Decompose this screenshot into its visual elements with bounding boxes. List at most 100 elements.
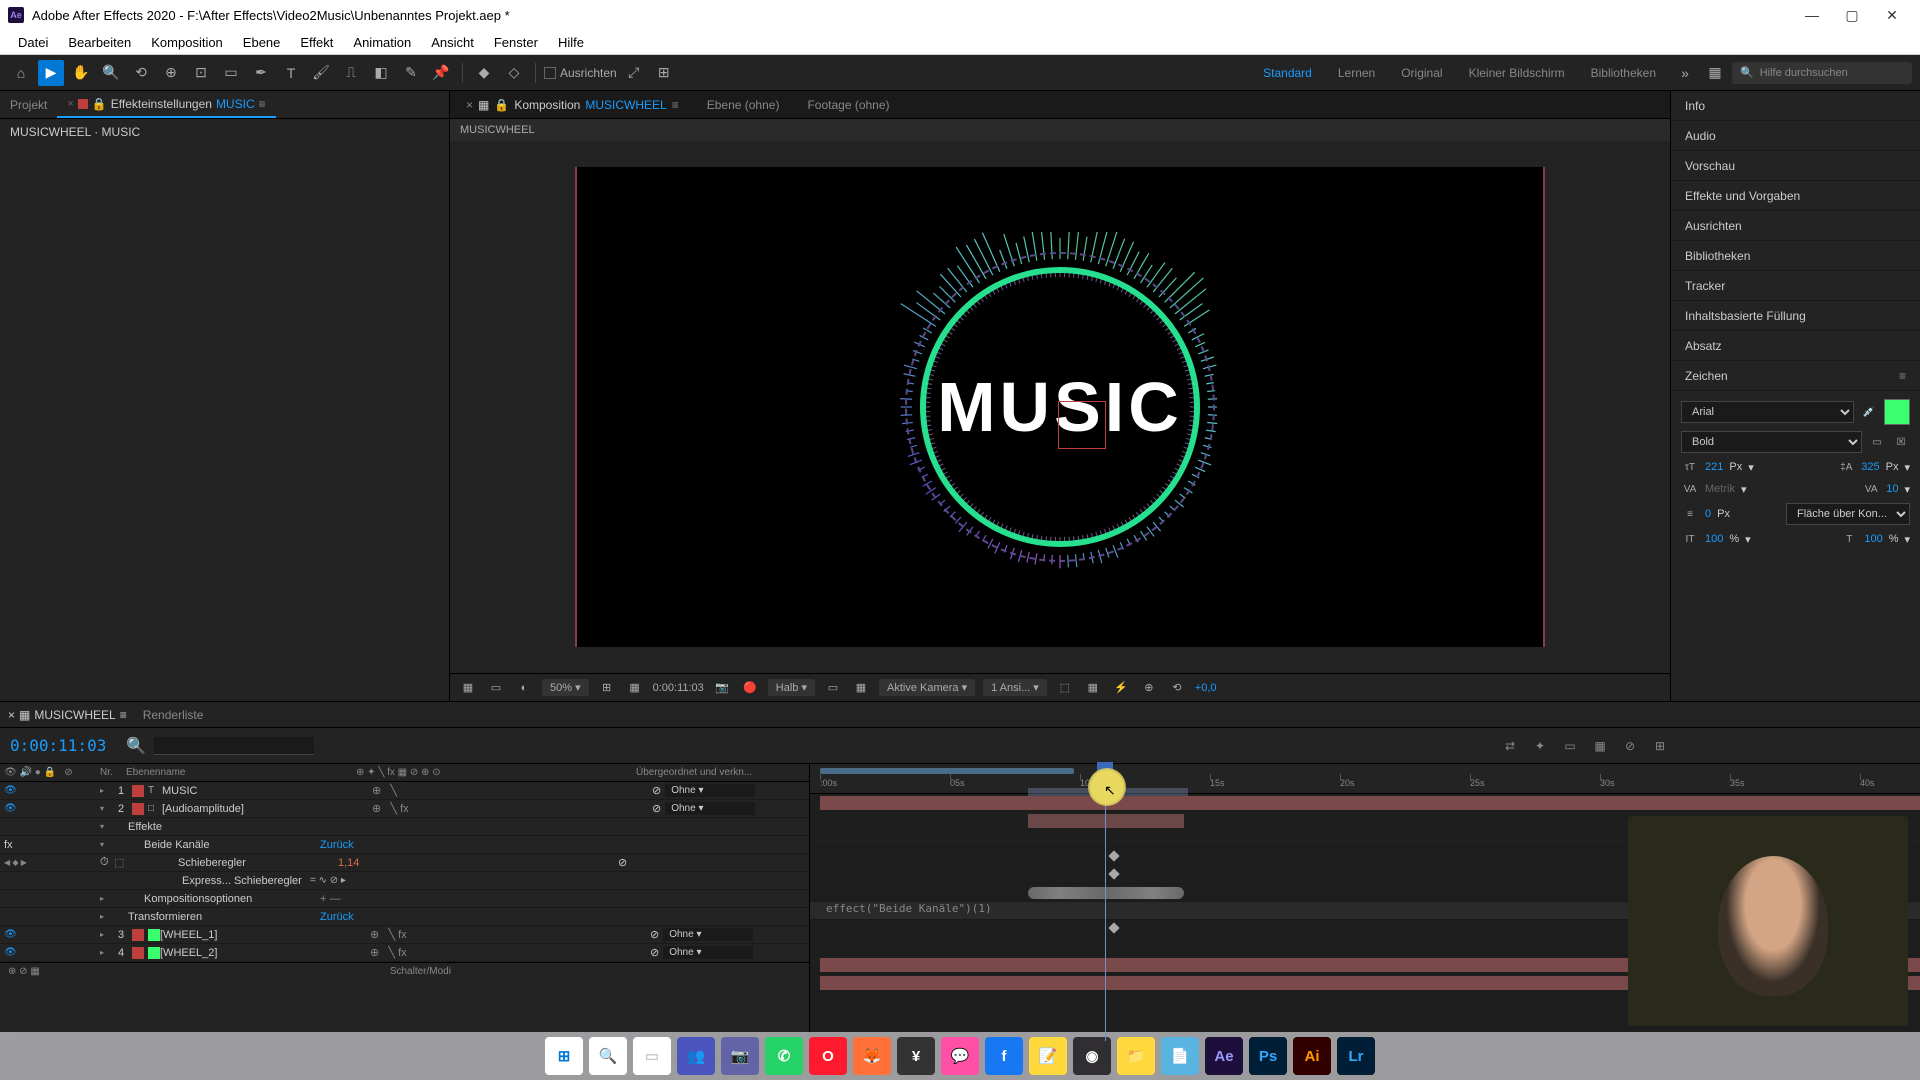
time-ruler[interactable]: :00s05s10s15s20s25s30s35s40s ↖ [810, 764, 1920, 794]
viewport[interactable]: MUSIC [450, 141, 1670, 673]
panel-tracker[interactable]: Tracker [1671, 271, 1920, 301]
layer-2[interactable]: 👁▾2□[Audioamplitude]⊕ ╲ fx⊘Ohne ▾ [0, 800, 809, 818]
slider-property[interactable]: ◀ ◆ ▶⏱⬚Schieberegler1,14⊘ [0, 854, 809, 872]
3d-btn[interactable]: ⬚ [1055, 678, 1075, 698]
panel-inhaltsbasierte-füllung[interactable]: Inhaltsbasierte Füllung [1671, 301, 1920, 331]
taskbar-obs[interactable]: ◉ [1073, 1037, 1111, 1075]
panel-effekte-und-vorgaben[interactable]: Effekte und Vorgaben [1671, 181, 1920, 211]
draft3d-icon[interactable]: ✦ [1530, 736, 1550, 756]
tracking-value[interactable]: 10 [1886, 483, 1898, 495]
snap-toggle[interactable]: Ausrichten [544, 66, 617, 80]
layer-1[interactable]: 👁▸1TMUSIC⊕ ╲⊘Ohne ▾ [0, 782, 809, 800]
shy-icon[interactable]: ▭ [1560, 736, 1580, 756]
menu-animation[interactable]: Animation [343, 35, 421, 50]
workspace-bibliotheken[interactable]: Bibliotheken [1579, 63, 1668, 83]
taskbar-windows-start[interactable]: ⊞ [545, 1037, 583, 1075]
eyedropper-icon[interactable]: 💉 [1860, 404, 1878, 420]
stroke-type-icon[interactable]: ▭ [1868, 434, 1886, 450]
graph-editor-icon[interactable]: ⊞ [1650, 736, 1670, 756]
snapshot-btn[interactable]: 📷 [712, 678, 732, 698]
taskbar-illustrator[interactable]: Ai [1293, 1037, 1331, 1075]
roi-btn[interactable]: ▭ [823, 678, 843, 698]
font-style-select[interactable]: Bold [1681, 431, 1862, 453]
comp-breadcrumb[interactable]: MUSICWHEEL [450, 119, 1670, 141]
vscale-value[interactable]: 100 [1705, 533, 1723, 545]
zoom-tool[interactable]: 🔍 [98, 60, 124, 86]
footage-tab[interactable]: Footage (ohne) [799, 94, 897, 116]
res-btn[interactable]: ▭ [486, 678, 506, 698]
tool-opt-1[interactable]: ◆ [471, 60, 497, 86]
panel-zeichen[interactable]: Zeichen≡ [1671, 361, 1920, 391]
workspace-lernen[interactable]: Lernen [1326, 63, 1387, 83]
anchor-tool[interactable]: ⊡ [188, 60, 214, 86]
tool-opt-2[interactable]: ◇ [501, 60, 527, 86]
hscale-value[interactable]: 100 [1864, 533, 1882, 545]
panel-audio[interactable]: Audio [1671, 121, 1920, 151]
frame-blend-icon[interactable]: ▦ [1590, 736, 1610, 756]
fill-color-swatch[interactable] [1884, 399, 1910, 425]
menu-effekt[interactable]: Effekt [290, 35, 343, 50]
puppet-tool[interactable]: 📌 [428, 60, 454, 86]
menu-ansicht[interactable]: Ansicht [421, 35, 484, 50]
motion-blur-icon[interactable]: ⊘ [1620, 736, 1640, 756]
font-size-value[interactable]: 221 [1705, 461, 1723, 473]
help-search[interactable]: 🔍 Hilfe durchsuchen [1732, 62, 1912, 84]
taskbar-lightroom[interactable]: Lr [1337, 1037, 1375, 1075]
timeline-tab[interactable]: ×▦ MUSICWHEEL≡ [8, 708, 127, 722]
brush-tool[interactable]: 🖌 [308, 60, 334, 86]
taskbar-firefox[interactable]: 🦊 [853, 1037, 891, 1075]
panel-absatz[interactable]: Absatz [1671, 331, 1920, 361]
project-tab[interactable]: Projekt [0, 93, 57, 117]
taskbar-photoshop[interactable]: Ps [1249, 1037, 1287, 1075]
timecode-btn[interactable]: ⊕ [1139, 678, 1159, 698]
kerning-value[interactable]: Metrik [1705, 483, 1735, 495]
fast-btn[interactable]: ⚡ [1111, 678, 1131, 698]
render-btn[interactable]: ▦ [1083, 678, 1103, 698]
taskbar-camera[interactable]: 📷 [721, 1037, 759, 1075]
exposure-btn[interactable]: ⟲ [1167, 678, 1187, 698]
workspace-standard[interactable]: Standard [1251, 63, 1324, 83]
work-area-bar[interactable] [820, 768, 1074, 774]
taskbar-facebook[interactable]: f [985, 1037, 1023, 1075]
font-family-select[interactable]: Arial [1681, 401, 1854, 423]
taskbar-whatsapp[interactable]: ✆ [765, 1037, 803, 1075]
taskbar-teams[interactable]: 👥 [677, 1037, 715, 1075]
snap-opt[interactable]: ⤢ [621, 60, 647, 86]
panel-vorschau[interactable]: Vorschau [1671, 151, 1920, 181]
effect-both-channels[interactable]: fx▾Beide KanäleZurück [0, 836, 809, 854]
no-fill-icon[interactable]: ☒ [1892, 434, 1910, 450]
menu-fenster[interactable]: Fenster [484, 35, 548, 50]
orbit-tool[interactable]: ⟲ [128, 60, 154, 86]
panel-info[interactable]: Info [1671, 91, 1920, 121]
channel-btn[interactable]: 🔴 [740, 678, 760, 698]
workspace-more[interactable]: » [1672, 60, 1698, 86]
taskbar-notes[interactable]: 📝 [1029, 1037, 1067, 1075]
eraser-tool[interactable]: ◧ [368, 60, 394, 86]
menu-ebene[interactable]: Ebene [233, 35, 291, 50]
menu-datei[interactable]: Datei [8, 35, 58, 50]
workspace-grid[interactable]: ▦ [1702, 60, 1728, 86]
close-icon[interactable]: × [67, 98, 73, 110]
grid-btn[interactable]: ⊞ [597, 678, 617, 698]
alpha-btn[interactable]: ▦ [458, 678, 478, 698]
taskbar-opera[interactable]: O [809, 1037, 847, 1075]
menu-komposition[interactable]: Komposition [141, 35, 233, 50]
taskbar-search[interactable]: 🔍 [589, 1037, 627, 1075]
maximize-button[interactable]: ▢ [1832, 0, 1872, 30]
taskbar-explorer[interactable]: 📁 [1117, 1037, 1155, 1075]
current-timecode[interactable]: 0:00:11:03 [10, 736, 106, 755]
taskbar-messenger[interactable]: 💬 [941, 1037, 979, 1075]
taskbar-after-effects[interactable]: Ae [1205, 1037, 1243, 1075]
exposure-value[interactable]: +0,0 [1195, 682, 1217, 694]
zoom-select[interactable]: 50% ▾ [542, 679, 589, 696]
layer-3[interactable]: 👁▸3[WHEEL_1]⊕ ╲ fx⊘Ohne ▾ [0, 926, 809, 944]
text-tool[interactable]: T [278, 60, 304, 86]
resolution-select[interactable]: Halb ▾ [768, 679, 815, 696]
timeline-search[interactable] [154, 737, 314, 755]
leading-value[interactable]: 325 [1861, 461, 1879, 473]
pen-tool[interactable]: ✒ [248, 60, 274, 86]
layer-4[interactable]: 👁▸4[WHEEL_2]⊕ ╲ fx⊘Ohne ▾ [0, 944, 809, 962]
hand-tool[interactable]: ✋ [68, 60, 94, 86]
home-tool[interactable]: ⌂ [8, 60, 34, 86]
layer-tab[interactable]: Ebene (ohne) [699, 94, 788, 116]
